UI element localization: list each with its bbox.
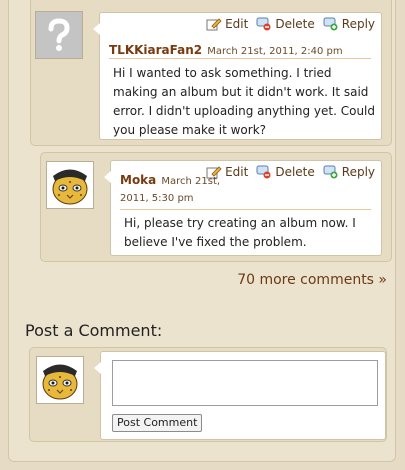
reply-label: Reply: [341, 17, 375, 31]
comment-date: March 21st,: [161, 176, 221, 187]
comment-text: Hi I wanted to ask something. I tried ma…: [113, 66, 376, 137]
reply-icon: [323, 165, 338, 179]
reply-header: Moka March 21st,: [120, 169, 220, 188]
edit-icon: [206, 18, 222, 31]
divider: [120, 209, 371, 210]
reply-bubble: Edit Delete Reply Moka March 21st, 2011,…: [104, 160, 382, 256]
comment-username[interactable]: TLKKiaraFan2: [109, 43, 202, 57]
comment-text: Hi, please try creating an album now. I …: [124, 216, 356, 249]
post-comment-button[interactable]: Post Comment: [112, 414, 203, 432]
comment-bubble: Edit Delete Reply TLKKiaraFan2 March 21s…: [93, 12, 382, 140]
delete-label: Delete: [275, 17, 315, 31]
more-comments-link[interactable]: 70 more comments »: [237, 272, 387, 288]
post-comment-title: Post a Comment:: [25, 321, 163, 340]
reply-icon: [323, 17, 338, 31]
reply-actions: Edit Delete Reply: [206, 165, 375, 179]
comment-actions: Edit Delete Reply: [206, 17, 375, 31]
comment-username[interactable]: Moka: [120, 173, 156, 187]
edit-label: Edit: [225, 165, 249, 179]
delete-button[interactable]: Delete: [256, 17, 315, 31]
cheetah-avatar[interactable]: [36, 356, 84, 404]
delete-icon: [256, 17, 271, 31]
edit-label: Edit: [225, 17, 249, 31]
divider: [109, 58, 371, 59]
reply-button[interactable]: Reply: [323, 165, 375, 179]
delete-button[interactable]: Delete: [256, 165, 315, 179]
reply-button[interactable]: Reply: [323, 17, 375, 31]
question-mark-avatar[interactable]: [35, 11, 83, 59]
comment-textarea[interactable]: [112, 360, 378, 406]
comment-date: March 21st, 2011, 2:40 pm: [207, 46, 343, 57]
delete-icon: [256, 165, 271, 179]
delete-label: Delete: [275, 165, 315, 179]
comment-header: TLKKiaraFan2 March 21st, 2011, 2:40 pm: [109, 39, 343, 58]
comment-date-continued: 2011, 5:30 pm: [120, 193, 194, 204]
cheetah-avatar[interactable]: [46, 161, 94, 209]
edit-button[interactable]: Edit: [206, 17, 248, 31]
reply-label: Reply: [341, 165, 375, 179]
